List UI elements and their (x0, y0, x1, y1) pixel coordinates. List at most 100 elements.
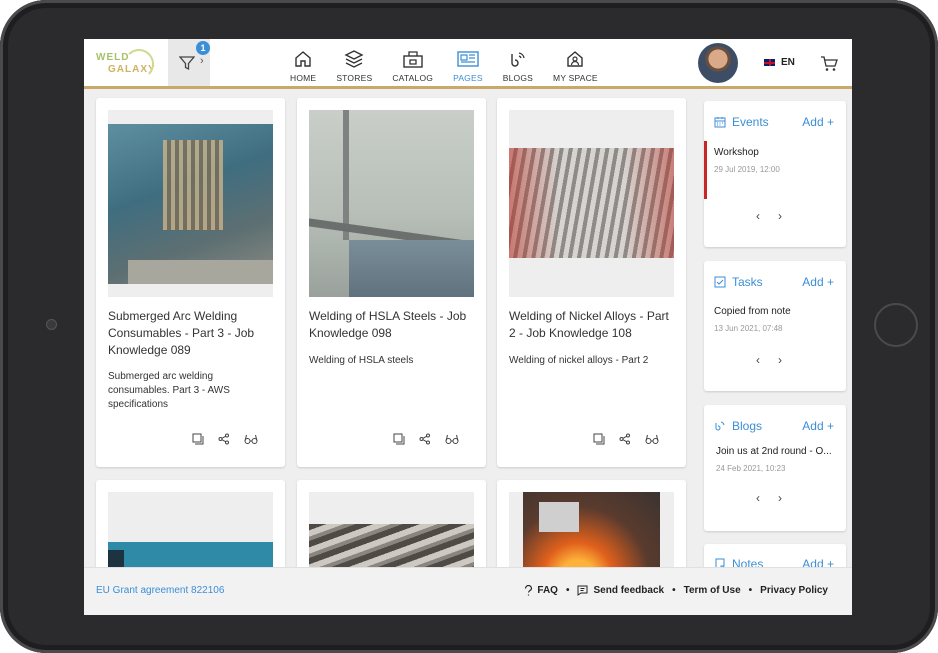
nav-myspace-label: MY SPACE (553, 73, 598, 83)
next-arrow-icon[interactable]: › (778, 209, 782, 223)
language-selector[interactable]: EN (764, 57, 795, 68)
events-panel: Events Add + Workshop 29 Jul 2019, 12:00… (704, 101, 846, 247)
blogs-panel: Blogs Add + Join us at 2nd round - O... … (704, 405, 846, 531)
add-event-button[interactable]: Add + (802, 115, 834, 129)
task-item-date: 13 Jun 2021, 07:48 (714, 324, 783, 333)
footer-separator: • (672, 585, 676, 596)
cart-icon[interactable] (820, 55, 838, 73)
events-pagination: ‹ › (756, 209, 782, 223)
event-item-date: 29 Jul 2019, 12:00 (714, 165, 780, 174)
main-nav: HOME STORES CATALOG PAGES BLOGS MY SPACE (280, 39, 608, 86)
faq-link[interactable]: FAQ (537, 585, 558, 596)
next-arrow-icon[interactable]: › (778, 353, 782, 367)
uk-flag-icon (764, 59, 775, 66)
nav-blogs-label: BLOGS (502, 73, 534, 83)
copy-icon[interactable] (593, 433, 605, 445)
layers-icon (344, 50, 364, 68)
share-icon[interactable] (419, 433, 431, 445)
chevron-right-icon: › (200, 55, 204, 67)
eu-grant-link[interactable]: EU Grant agreement 822106 (96, 585, 224, 596)
camera-icon (46, 319, 57, 330)
blogs-title: Blogs (732, 419, 763, 433)
feedback-icon (577, 585, 588, 596)
card-actions (192, 433, 258, 445)
task-item-title[interactable]: Copied from note (714, 306, 838, 317)
share-icon[interactable] (619, 433, 631, 445)
events-header: Events (714, 115, 769, 129)
nav-blogs[interactable]: BLOGS (493, 39, 543, 83)
card-actions (393, 433, 459, 445)
top-header: WELD GALAXY › 1 HOME STORES CATALOG PAGE… (84, 39, 852, 89)
events-title: Events (732, 115, 769, 129)
nav-myspace[interactable]: MY SPACE (543, 39, 608, 83)
prev-arrow-icon[interactable]: ‹ (756, 209, 760, 223)
prev-arrow-icon[interactable]: ‹ (756, 353, 760, 367)
card-actions (593, 433, 659, 445)
home-button[interactable] (874, 303, 918, 347)
tasks-header: Tasks (714, 275, 763, 289)
event-item-title[interactable]: Workshop (714, 147, 838, 158)
filter-count-badge: 1 (196, 41, 210, 55)
glasses-icon[interactable] (445, 433, 459, 445)
catalog-icon (402, 51, 423, 68)
app-screen: WELD GALAXY › 1 HOME STORES CATALOG PAGE… (84, 39, 852, 615)
page-card-2[interactable]: Welding of HSLA Steels - Job Knowledge 0… (297, 98, 486, 467)
tasks-panel: Tasks Add + Copied from note 13 Jun 2021… (704, 261, 846, 391)
card-image-bridge[interactable] (309, 110, 474, 297)
nav-pages[interactable]: PAGES (443, 39, 493, 83)
event-marker (704, 141, 707, 199)
card-image-welding-machine[interactable] (108, 110, 273, 297)
prev-arrow-icon[interactable]: ‹ (756, 491, 760, 505)
send-feedback-link[interactable]: Send feedback (593, 585, 664, 596)
filter-button[interactable]: › 1 (168, 39, 210, 86)
page-card-3[interactable]: Welding of Nickel Alloys - Part 2 - Job … (497, 98, 686, 467)
next-arrow-icon[interactable]: › (778, 491, 782, 505)
add-blog-button[interactable]: Add + (802, 419, 834, 433)
page-card-1[interactable]: Submerged Arc Welding Consumables - Part… (96, 98, 285, 467)
user-avatar[interactable] (698, 43, 738, 83)
footer-separator: • (748, 585, 753, 596)
blogs-pagination: ‹ › (756, 491, 782, 505)
nav-catalog-label: CATALOG (392, 73, 434, 83)
nav-home-label: HOME (290, 73, 317, 83)
footer: EU Grant agreement 822106 FAQ • Send fee… (84, 567, 852, 615)
faq-icon (525, 585, 533, 596)
weld-galaxy-logo[interactable]: WELD GALAXY (94, 47, 156, 81)
card-title[interactable]: Welding of HSLA Steels - Job Knowledge 0… (309, 308, 474, 342)
checkbox-icon (714, 276, 726, 288)
add-task-button[interactable]: Add + (802, 275, 834, 289)
nav-catalog[interactable]: CATALOG (382, 39, 443, 83)
footer-separator: • (565, 585, 570, 596)
blogs-icon (511, 52, 525, 67)
footer-links: FAQ • Send feedback • Term of Use • Priv… (524, 585, 828, 596)
nav-home[interactable]: HOME (280, 39, 326, 83)
nav-stores-label: STORES (336, 73, 373, 83)
copy-icon[interactable] (192, 433, 204, 445)
myspace-icon (567, 51, 584, 67)
blog-item-date: 24 Feb 2021, 10:23 (716, 464, 786, 473)
tasks-title: Tasks (732, 275, 763, 289)
copy-icon[interactable] (393, 433, 405, 445)
card-title[interactable]: Welding of Nickel Alloys - Part 2 - Job … (509, 308, 674, 342)
card-description: Welding of nickel alloys - Part 2 (509, 355, 649, 366)
pages-icon (457, 51, 479, 67)
filter-icon (179, 56, 195, 71)
terms-of-use-link[interactable]: Term of Use (684, 585, 741, 596)
card-title[interactable]: Submerged Arc Welding Consumables - Part… (108, 308, 273, 359)
glasses-icon[interactable] (244, 433, 258, 445)
tablet-frame: WELD GALAXY › 1 HOME STORES CATALOG PAGE… (0, 0, 938, 653)
share-icon[interactable] (218, 433, 230, 445)
calendar-icon (714, 117, 726, 128)
privacy-policy-link[interactable]: Privacy Policy (760, 585, 828, 596)
glasses-icon[interactable] (645, 433, 659, 445)
blogs-header: Blogs (714, 419, 762, 433)
home-icon (295, 51, 311, 67)
blogs-icon (715, 421, 725, 431)
nav-stores[interactable]: STORES (326, 39, 382, 83)
card-image-turbine[interactable] (509, 110, 674, 297)
tasks-pagination: ‹ › (756, 353, 782, 367)
blog-item-title[interactable]: Join us at 2nd round - O... (716, 446, 840, 457)
logo-arc-icon (124, 49, 154, 79)
card-description: Submerged arc welding consumables. Part … (108, 371, 230, 410)
nav-pages-label: PAGES (453, 73, 483, 83)
